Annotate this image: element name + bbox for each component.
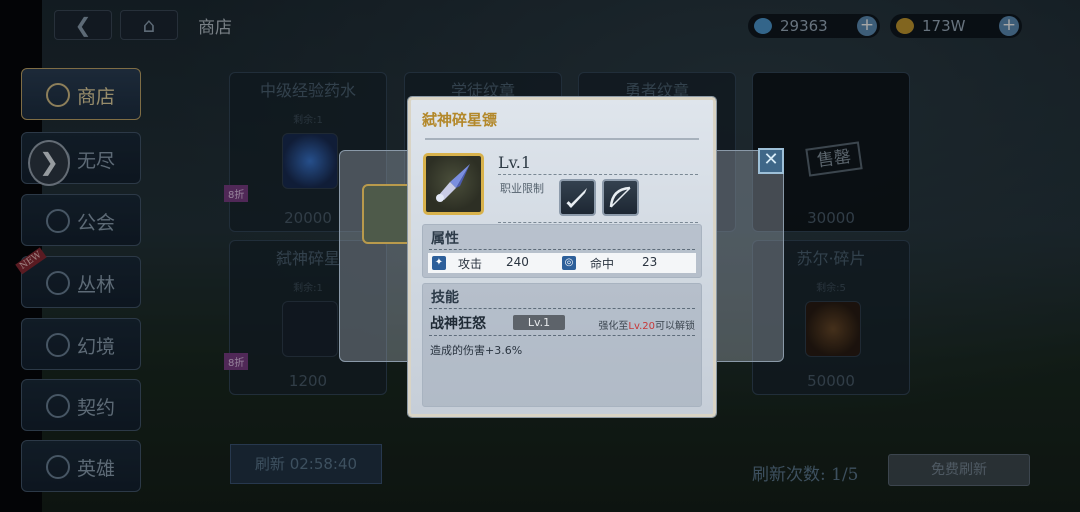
job-limit-label: 职业限制 — [500, 182, 544, 195]
attack-icon: ✦ — [432, 256, 446, 270]
attribute-value: 240 — [506, 255, 529, 269]
divider — [429, 335, 695, 336]
skill-description: 造成的伤害+3.6% — [430, 344, 523, 357]
bow-class-icon — [602, 179, 639, 216]
attribute-label: 攻击 — [458, 257, 483, 271]
attribute-row: ✦ 攻击 240 ◎ 命中 23 — [428, 253, 696, 273]
close-icon: ✕ — [763, 149, 779, 170]
skill-unlock-note: 强化至Lv.20可以解锁 — [598, 317, 695, 332]
skill-name: 战神狂怒 — [430, 316, 486, 332]
attributes-header: 属性 — [431, 231, 459, 247]
unlock-prefix: 强化至 — [598, 321, 629, 332]
dart-weapon-icon — [423, 153, 484, 215]
skill-level-badge: Lv.1 — [513, 315, 565, 330]
skills-header: 技能 — [431, 290, 459, 306]
item-level: Lv.1 — [498, 153, 532, 172]
divider — [498, 222, 698, 223]
dart-weapon-icon — [436, 164, 470, 202]
unlock-suffix: 可以解锁 — [655, 321, 695, 332]
item-detail-panel: 弑神碎星镖 Lv.1 职业限制 属性 ✦ 攻击 240 ◎ 命中 23 技能 战… — [408, 97, 716, 417]
divider — [425, 138, 699, 140]
attribute-label: 命中 — [590, 257, 615, 271]
item-name: 弑神碎星镖 — [422, 111, 498, 129]
skills-section: 技能 战神狂怒 Lv.1 强化至Lv.20可以解锁 造成的伤害+3.6% — [422, 283, 702, 407]
attributes-section: 属性 ✦ 攻击 240 ◎ 命中 23 — [422, 224, 702, 278]
accuracy-icon: ◎ — [562, 256, 576, 270]
divider — [429, 249, 695, 250]
divider — [429, 308, 695, 309]
close-button[interactable]: ✕ — [758, 148, 784, 174]
divider — [498, 174, 698, 175]
unlock-level: Lv.20 — [628, 321, 655, 332]
sword-class-icon — [559, 179, 596, 216]
attribute-value: 23 — [642, 255, 658, 269]
